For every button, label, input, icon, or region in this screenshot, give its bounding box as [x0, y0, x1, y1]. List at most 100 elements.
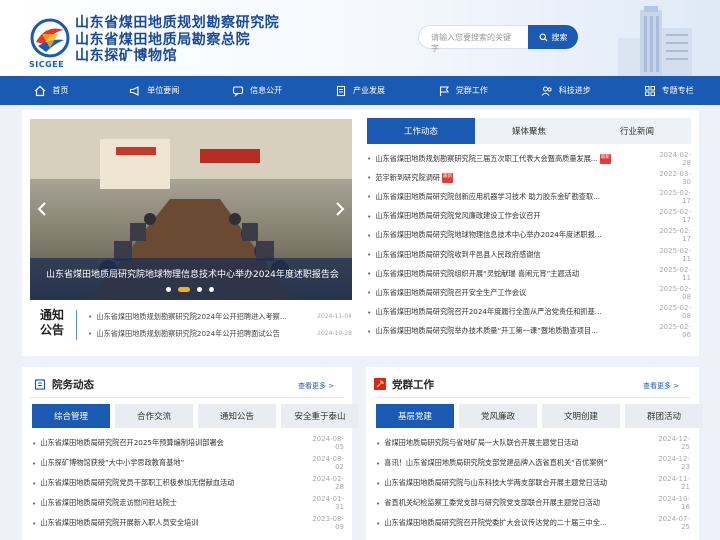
- news-item[interactable]: • 山东省煤田地质局研究院创新应用机器学习技术 助力胶东金矿勘查取... 2025-…: [367, 187, 691, 206]
- news-item[interactable]: • 山东省煤田地质局研究院地球物理信息技术中心举办2024年度述职报... 2025…: [367, 226, 691, 245]
- flag-icon: [439, 85, 449, 96]
- bullet: •: [32, 458, 37, 468]
- news-item[interactable]: • 山东省煤田地质规划勘察研究院三届五次职工代表大会暨高质量发展... 最新 2024…: [367, 149, 691, 168]
- list-item[interactable]: • 喜讯！山东省煤田地质局研究院支部党建品牌入选省直机关“百优案例” 2024-12…: [376, 453, 690, 473]
- news-item-title[interactable]: 山东省煤田地质局研究院地球物理信息技术中心举办2024年度述职报...: [375, 230, 649, 240]
- bullet: •: [367, 192, 372, 202]
- search-input[interactable]: 请输入您要搜索的关键字: [418, 25, 528, 53]
- list-item-title[interactable]: 省煤田地质局研究院与省地矿局一大队联合开展主题党日活动: [384, 438, 646, 448]
- sicgee-logo-icon[interactable]: [28, 18, 72, 60]
- notice-item-title[interactable]: 山东省煤田地质规划勘察研究院2024年公开招聘面试公告: [96, 329, 311, 339]
- tab-general-management[interactable]: 综合管理: [32, 404, 110, 428]
- tab-industry-news[interactable]: 行业新闻: [583, 118, 691, 144]
- carousel-dot[interactable]: [209, 287, 214, 292]
- news-item[interactable]: • 山东省煤田地质局研究院召开2024年度履行全面从严治党责任和抓基... 2025…: [367, 303, 691, 322]
- carousel-caption-text[interactable]: 山东省煤田地质局研究院地球物理信息技术中心举办2024年度述职报告会: [46, 267, 339, 280]
- news-item[interactable]: • 范宇新到研究院调研 最新 2022-03-30: [367, 168, 691, 187]
- bullet: •: [376, 458, 381, 468]
- tab-notices[interactable]: 通知公告: [198, 404, 276, 428]
- list-item-date: 2024-02-28: [312, 475, 344, 491]
- list-item[interactable]: • 山东省煤田地质局研究院召开院党委扩大会议传达党的二十届三中全... 2024-0…: [376, 513, 690, 533]
- carousel-dot-active[interactable]: [178, 287, 190, 292]
- news-tabs: 工作动态 媒体聚焦 行业新闻: [367, 118, 691, 144]
- nav-item-special[interactable]: 专题专栏: [617, 76, 720, 105]
- site-title-3: 山东探矿博物馆: [75, 48, 178, 64]
- list-item-title[interactable]: 山东省煤田地质局研究院党员干部职工积极参加无偿献血活动: [40, 478, 300, 488]
- news-item-date: 2025-02-08: [659, 304, 691, 321]
- notice-label-line1: 通知: [40, 308, 65, 322]
- tab-work-news[interactable]: 工作动态: [367, 118, 475, 144]
- news-carousel[interactable]: 山东省煤田地质局研究院地球物理信息技术中心举办2024年度述职报告会: [30, 119, 352, 300]
- notice-label-line2: 公告: [40, 323, 65, 337]
- bullet: •: [376, 478, 381, 488]
- carousel-dot[interactable]: [166, 287, 171, 292]
- nav-item-party[interactable]: 党群工作: [411, 76, 514, 105]
- list-item-title[interactable]: 山东省煤田地质局研究院召开2025年预算编制培训部署会: [40, 438, 300, 448]
- list-item-title[interactable]: 山东省煤田地质局研究院开展新入职人员安全培训: [40, 518, 300, 528]
- list-item-date: 2024-01-31: [312, 495, 344, 511]
- list-item-title[interactable]: 喜讯！山东省煤田地质局研究院支部党建品牌入选省直机关“百优案例”: [384, 458, 646, 468]
- news-item-date: 2025-02-11: [659, 265, 691, 282]
- nav-item-unit-news[interactable]: 单位要闻: [103, 76, 206, 105]
- tab-group-activities[interactable]: 群团活动: [625, 404, 703, 428]
- news-item[interactable]: • 山东省煤田地质局研究院收到平邑县人民政府感谢信 2025-02-11: [367, 245, 691, 264]
- party-header: 党群工作: [374, 374, 434, 394]
- list-item[interactable]: • 山东省煤田地质局研究院召开2025年预算编制培训部署会 2024-08-05: [32, 433, 344, 453]
- news-item-title[interactable]: 山东省煤田地质局研究院召开2024年度履行全面从严治党责任和抓基...: [375, 307, 649, 317]
- list-item[interactable]: • 山东省煤田地质局研究院走访慰问驻站院士 2024-01-31: [32, 493, 344, 513]
- tab-grassroots-party[interactable]: 基层党建: [376, 404, 454, 428]
- list-item[interactable]: • 山东省煤田地质局研究院与山东科技大学两支部联合开展主题党日活动 2024-11-…: [376, 473, 690, 493]
- carousel-dot[interactable]: [197, 287, 202, 292]
- chevron-right-icon: [336, 202, 345, 216]
- carousel-next-button[interactable]: [332, 199, 348, 219]
- list-item[interactable]: • 山东省煤田地质局研究院党员干部职工积极参加无偿献血活动 2024-02-28: [32, 473, 344, 493]
- party-tabs: 基层党建 党风廉政 文明创建 群团活动: [376, 404, 703, 428]
- news-item[interactable]: • 山东省煤田地质局研究院举办技术质量“开工第一课”暨地质勘查项目... 2025-…: [367, 322, 691, 341]
- carousel-prev-button[interactable]: [34, 199, 50, 219]
- list-item-title[interactable]: 省直机关纪检监察工委党支部与研究院党支部联合开展主题党日活动: [384, 498, 646, 508]
- bullet: •: [367, 230, 372, 240]
- divider: [30, 397, 344, 398]
- tab-media[interactable]: 媒体聚焦: [475, 118, 583, 144]
- list-item[interactable]: • 山东省煤田地质局研究院开展新入职人员安全培训 2023-08-09: [32, 513, 344, 533]
- news-item-title[interactable]: 山东省煤田地质局研究院召开安全生产工作会议: [375, 288, 649, 298]
- tab-safety[interactable]: 安全重于泰山: [281, 404, 359, 428]
- list-item-title[interactable]: 山东探矿博物馆获授“大中小学思政教育基地”: [40, 458, 300, 468]
- news-item-date: 2025-02-06: [659, 323, 691, 340]
- nav-item-industry[interactable]: 产业发展: [309, 76, 412, 105]
- tab-cooperation[interactable]: 合作交流: [115, 404, 193, 428]
- news-item[interactable]: • 山东省煤田地质局研究院党风廉政建设工作会议召开 2025-02-17: [367, 207, 691, 226]
- party-emblem-icon: [374, 378, 386, 390]
- list-item[interactable]: • 省直机关纪检监察工委党支部与研究院党支部联合开展主题党日活动 2024-10-1…: [376, 493, 690, 513]
- news-item-title[interactable]: 山东省煤田地质局研究院组织开展“灵蛇献瑞 喜闹元宵”主题活动: [375, 269, 649, 279]
- nav-item-info-public[interactable]: 信息公开: [206, 76, 309, 105]
- tab-civilization[interactable]: 文明创建: [542, 404, 620, 428]
- party-more-link[interactable]: 查看更多 >: [643, 381, 679, 391]
- news-item-title[interactable]: 山东省煤田地质局研究院收到平邑县人民政府感谢信: [375, 250, 649, 260]
- list-item-title[interactable]: 山东省煤田地质局研究院走访慰问驻站院士: [40, 498, 300, 508]
- site-title-2: 山东省煤田地质局勘察总院: [75, 31, 251, 48]
- affairs-more-link[interactable]: 查看更多 >: [298, 381, 334, 391]
- list-item[interactable]: • 山东探矿博物馆获授“大中小学思政教育基地” 2024-08-02: [32, 453, 344, 473]
- news-item-title[interactable]: 山东省煤田地质规划勘察研究院三届五次职工代表大会暨高质量发展...: [375, 154, 597, 164]
- notice-divider: [76, 310, 77, 340]
- tab-integrity[interactable]: 党风廉政: [459, 404, 537, 428]
- news-item-title[interactable]: 范宇新到研究院调研: [375, 173, 440, 183]
- list-item-title[interactable]: 山东省煤田地质局研究院召开院党委扩大会议传达党的二十届三中全...: [384, 518, 646, 528]
- news-item[interactable]: • 山东省煤田地质局研究院组织开展“灵蛇献瑞 喜闹元宵”主题活动 2025-02-1…: [367, 264, 691, 283]
- news-item-title[interactable]: 山东省煤田地质局研究院党风廉政建设工作会议召开: [375, 211, 649, 221]
- notice-item[interactable]: • 山东省煤田地质规划勘察研究院2024年公开招聘进入考察... 2024-11…: [88, 308, 352, 325]
- notice-item[interactable]: • 山东省煤田地质规划勘察研究院2024年公开招聘面试公告 2024-10-28: [88, 325, 352, 342]
- news-item-title[interactable]: 山东省煤田地质局研究院创新应用机器学习技术 助力胶东金矿勘查取...: [375, 192, 649, 202]
- bullet: •: [367, 307, 372, 317]
- news-item-title[interactable]: 山东省煤田地质局研究院举办技术质量“开工第一课”暨地质勘查项目...: [375, 326, 649, 336]
- notice-item-title[interactable]: 山东省煤田地质规划勘察研究院2024年公开招聘进入考察...: [96, 312, 311, 322]
- news-item[interactable]: • 山东省煤田地质局研究院召开安全生产工作会议 2025-02-08: [367, 283, 691, 302]
- list-item[interactable]: • 省煤田地质局研究院与省地矿局一大队联合开展主题党日活动 2024-12-25: [376, 433, 690, 453]
- search-button[interactable]: 搜索: [528, 25, 578, 49]
- nav-item-tech[interactable]: 科技进步: [514, 76, 617, 105]
- nav-label: 首页: [52, 86, 69, 95]
- chat-icon: [233, 85, 244, 97]
- nav-item-home[interactable]: 首页: [0, 76, 103, 105]
- list-item-title[interactable]: 山东省煤田地质局研究院与山东科技大学两支部联合开展主题党日活动: [384, 478, 646, 488]
